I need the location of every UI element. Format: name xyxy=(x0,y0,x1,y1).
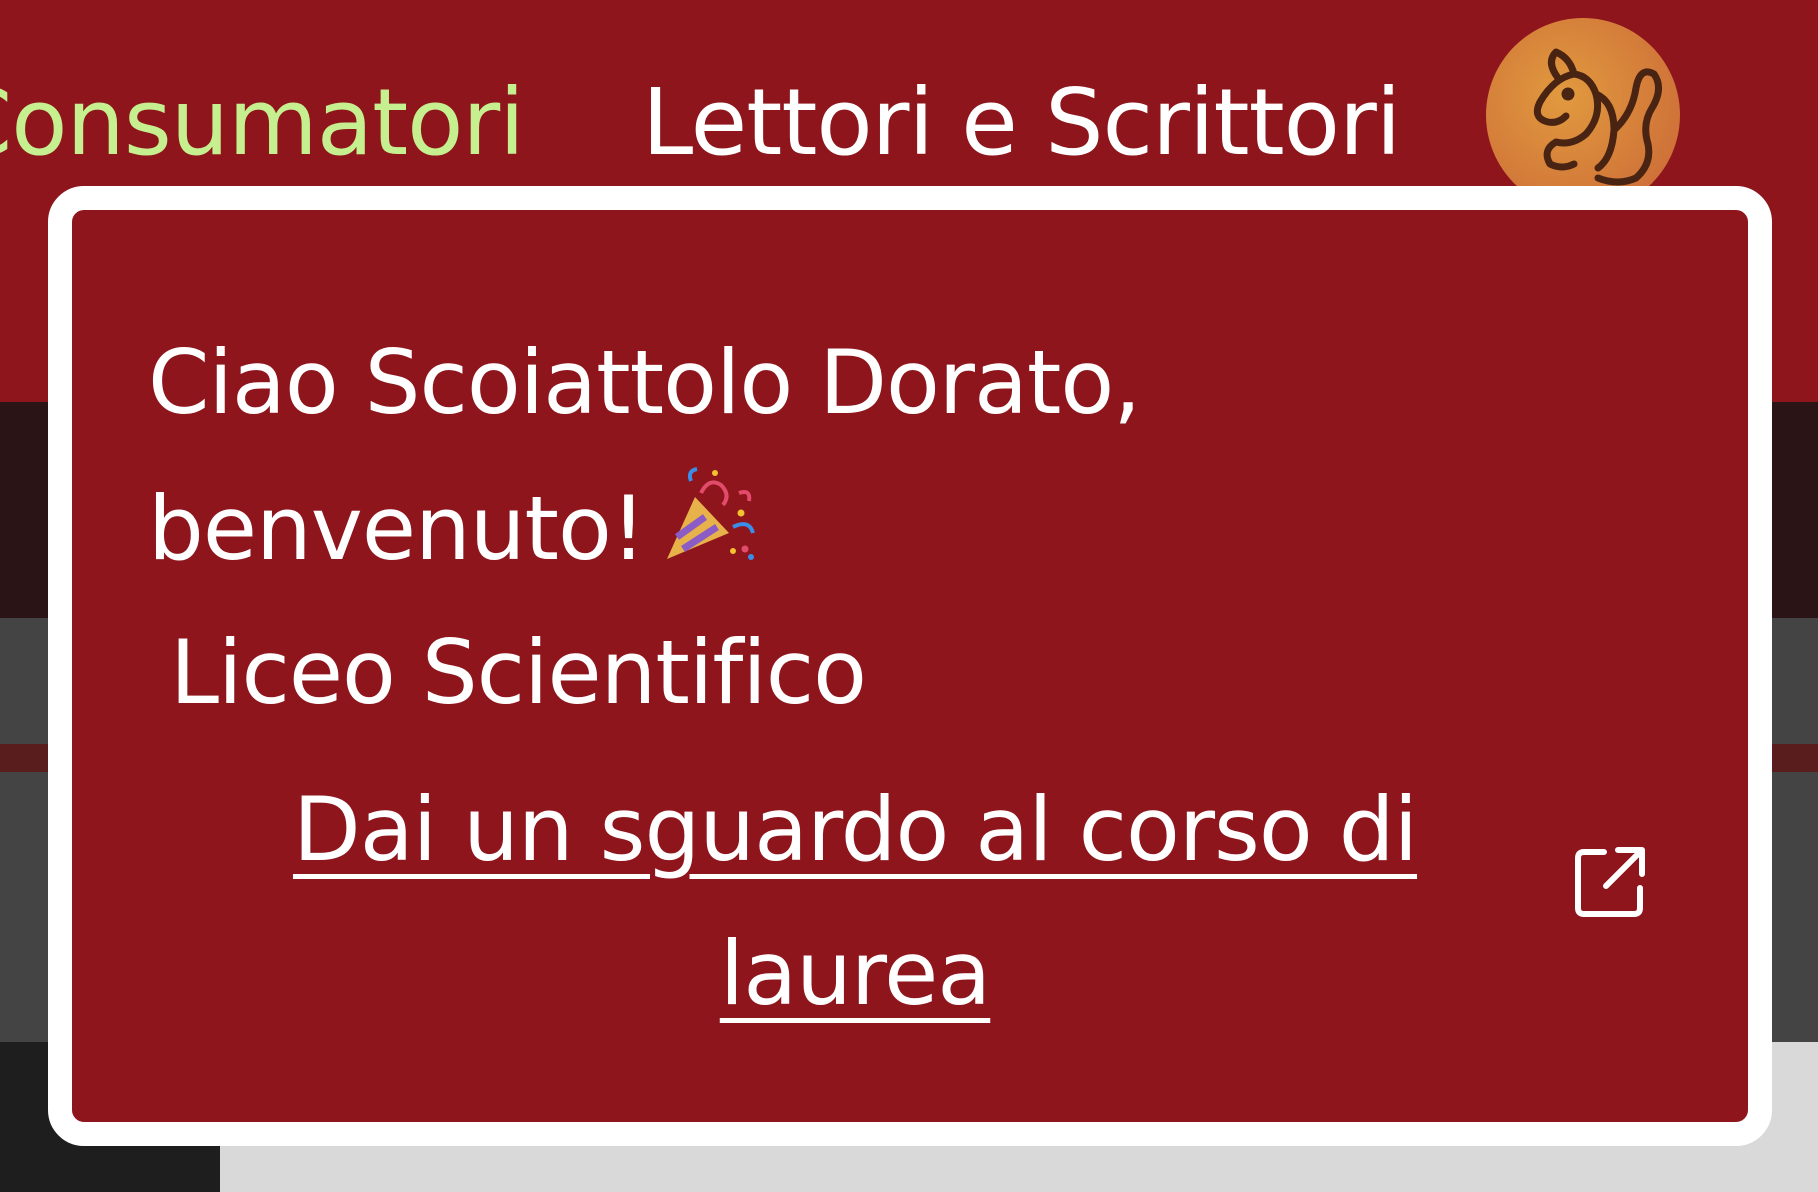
greeting: Ciao Scoiattolo Dorato, benvenuto! xyxy=(148,310,1448,602)
squirrel-icon xyxy=(1533,48,1662,186)
nav-item-lettori-e-scrittori[interactable]: Lettori e Scrittori xyxy=(642,68,1401,178)
greeting-line-2-text: benvenuto! xyxy=(148,477,646,580)
greeting-line-2: benvenuto! xyxy=(148,456,1448,602)
external-link-icon[interactable] xyxy=(1570,842,1650,922)
course-link[interactable]: Dai un sguardo al corso di laurea xyxy=(260,758,1450,1046)
greeting-line-1: Ciao Scoiattolo Dorato, xyxy=(148,331,1141,434)
party-popper-icon xyxy=(667,467,756,560)
school-name: Liceo Scientifico xyxy=(170,621,867,724)
user-avatar[interactable] xyxy=(1486,18,1680,212)
nav-item-consumatori[interactable]: Consumatori xyxy=(0,68,525,178)
